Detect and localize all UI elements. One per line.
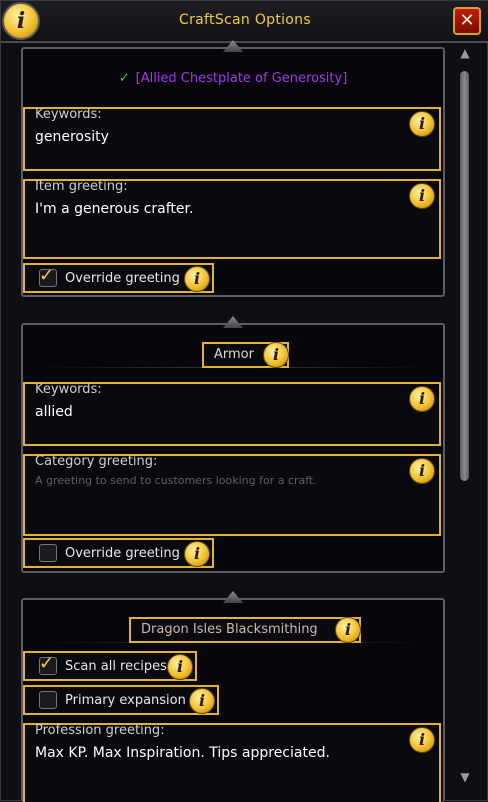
primary-expansion-label: Primary expansion <box>65 693 186 708</box>
item-name[interactable]: [Allied Chestplate of Generosity] <box>136 71 348 86</box>
scroll-thumb[interactable] <box>460 71 469 481</box>
scan-all-recipes-label: Scan all recipes <box>65 659 167 674</box>
checkbox[interactable] <box>39 544 57 562</box>
category-override-greeting-checkbox[interactable]: Override greeting i <box>23 538 214 568</box>
override-greeting-label: Override greeting <box>65 271 180 286</box>
keywords-label: Keywords: <box>35 382 102 397</box>
keywords-value[interactable]: allied <box>35 404 73 420</box>
check-icon: ✓ <box>39 265 55 286</box>
info-icon[interactable]: i <box>167 654 193 680</box>
keywords-value[interactable]: generosity <box>35 129 109 145</box>
info-icon[interactable]: i <box>409 386 435 412</box>
scan-all-recipes-checkbox[interactable]: ✓ Scan all recipes i <box>23 651 197 681</box>
scrollbar[interactable]: ▲ ▼ <box>457 45 473 791</box>
close-button[interactable]: ✕ <box>453 7 481 35</box>
checkbox[interactable] <box>39 691 57 709</box>
info-icon[interactable]: i <box>263 342 289 368</box>
info-icon[interactable]: i <box>335 617 361 643</box>
item-override-greeting-checkbox[interactable]: ✓ Override greeting i <box>23 263 214 293</box>
category-header: Armor i <box>202 342 289 368</box>
item-greeting-label: Item greeting: <box>35 179 128 194</box>
item-greeting-value[interactable]: I'm a generous crafter. <box>35 201 193 217</box>
checkbox[interactable]: ✓ <box>39 653 57 675</box>
check-icon: ✓ <box>39 653 55 674</box>
checkbox[interactable]: ✓ <box>39 265 57 287</box>
check-icon: ✓ <box>118 71 130 86</box>
info-icon[interactable]: i <box>409 458 435 484</box>
info-icon[interactable]: i <box>409 183 435 209</box>
info-icon[interactable]: i <box>184 266 210 292</box>
profession-greeting-field[interactable]: Profession greeting: Max KP. Max Inspira… <box>23 723 441 802</box>
category-greeting-field[interactable]: Category greeting: A greeting to send to… <box>23 454 441 536</box>
category-greeting-placeholder[interactable]: A greeting to send to customers looking … <box>35 474 317 487</box>
title-bar[interactable]: i CraftScan Options ✕ <box>1 1 488 43</box>
info-icon[interactable]: i <box>184 541 210 567</box>
profession-header: Dragon Isles Blacksmithing i <box>129 617 361 643</box>
keywords-label: Keywords: <box>35 107 102 122</box>
info-icon[interactable]: i <box>189 688 215 714</box>
override-greeting-label: Override greeting <box>65 546 180 561</box>
item-greeting-field[interactable]: Item greeting: I'm a generous crafter. i <box>23 179 441 259</box>
info-icon[interactable]: i <box>409 111 435 137</box>
scroll-up-icon[interactable]: ▲ <box>457 45 473 61</box>
category-greeting-label: Category greeting: <box>35 454 158 469</box>
profession-greeting-label: Profession greeting: <box>35 723 165 738</box>
category-keywords-field[interactable]: Keywords: allied i <box>23 382 441 446</box>
window-title: CraftScan Options <box>179 12 311 28</box>
item-link[interactable]: ✓ [Allied Chestplate of Generosity] <box>21 71 445 86</box>
craftscan-options-window: i CraftScan Options ✕ ▲ ▼ ✓ [Allied Chest… <box>0 0 488 802</box>
scroll-down-icon[interactable]: ▼ <box>457 769 473 785</box>
item-keywords-field[interactable]: Keywords: generosity i <box>23 107 441 171</box>
info-icon[interactable]: i <box>409 727 435 753</box>
profession-header-text: Dragon Isles Blacksmithing <box>141 622 318 637</box>
profession-greeting-value[interactable]: Max KP. Max Inspiration. Tips appreciate… <box>35 745 330 761</box>
primary-expansion-checkbox[interactable]: Primary expansion i <box>23 685 219 715</box>
category-header-text: Armor <box>214 347 254 362</box>
